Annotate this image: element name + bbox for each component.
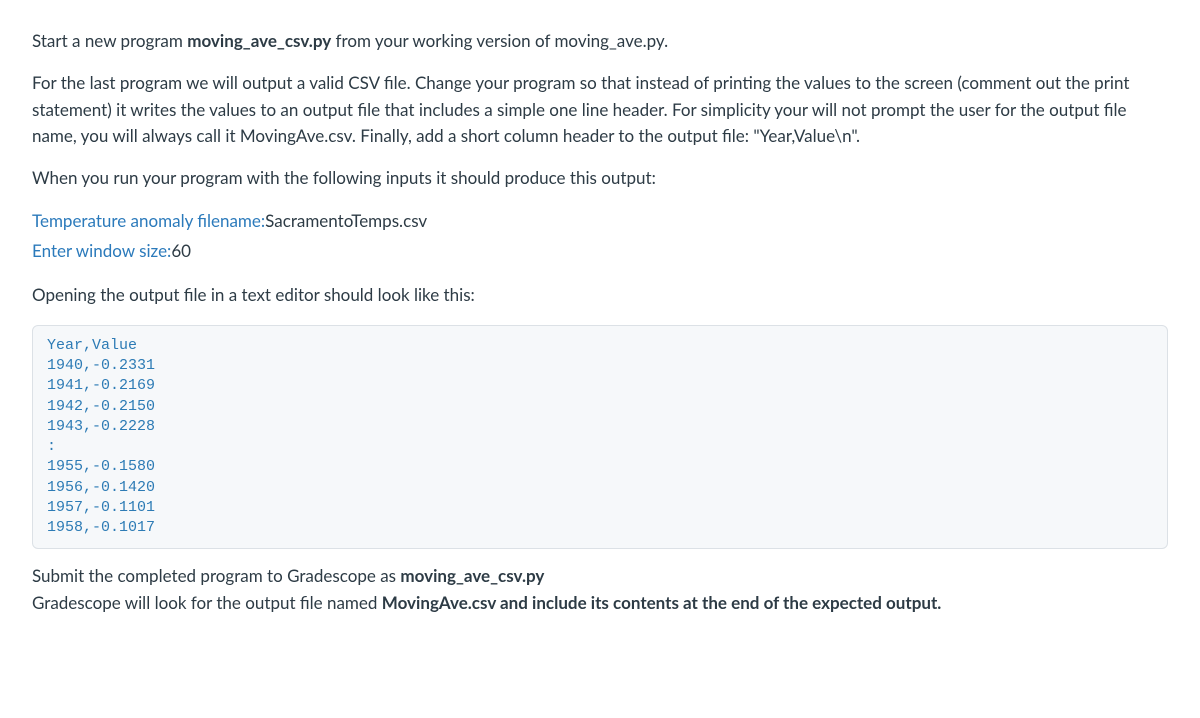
paragraph-description: For the last program we will output a va… [32,70,1168,149]
prompt-filename-value: SacramentoTemps.csv [265,210,427,231]
text: from your working version of moving_ave.… [331,30,668,51]
prompt-window-value: 60 [171,240,191,261]
filename-strong: moving_ave_csv.py [187,30,331,51]
submit-filename-strong: moving_ave_csv.py [400,565,544,586]
code-output-block: Year,Value 1940,-0.2331 1941,-0.2169 194… [32,325,1168,550]
prompt-window: Enter window size:60 [32,238,1168,264]
paragraph-submit: Submit the completed program to Gradesco… [32,563,1168,616]
text: Gradescope will look for the output file… [32,592,382,613]
prompt-block: Temperature anomaly filename:SacramentoT… [32,208,1168,265]
prompt-filename: Temperature anomaly filename:SacramentoT… [32,208,1168,234]
paragraph-run-instructions: When you run your program with the follo… [32,165,1168,191]
text: Submit the completed program to Gradesco… [32,565,400,586]
prompt-window-label: Enter window size: [32,240,171,261]
paragraph-intro: Start a new program moving_ave_csv.py fr… [32,28,1168,54]
prompt-filename-label: Temperature anomaly filename: [32,210,265,231]
paragraph-output-intro: Opening the output file in a text editor… [32,282,1168,308]
output-filename-strong: MovingAve.csv and include its contents a… [382,592,942,613]
text: Start a new program [32,30,187,51]
